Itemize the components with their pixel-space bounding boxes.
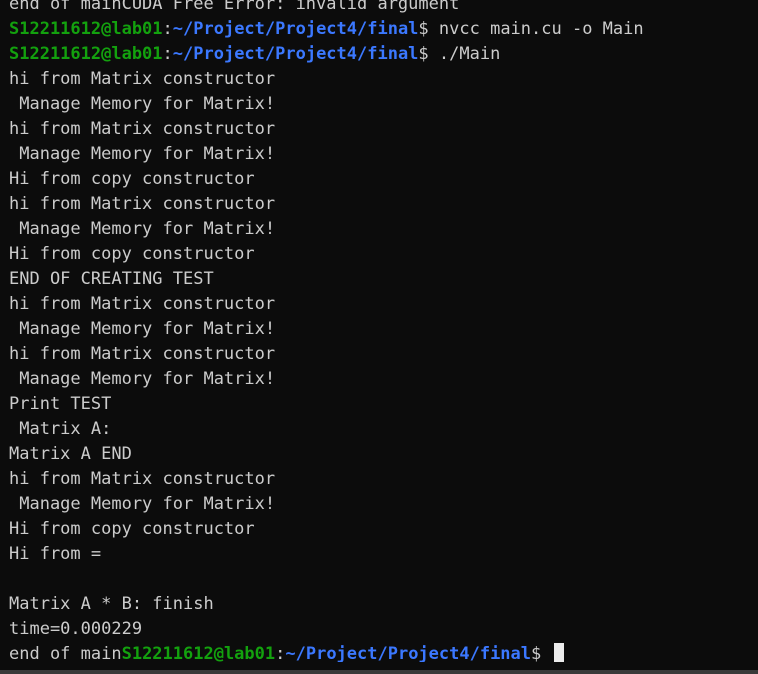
output-line: Hi from = — [9, 544, 102, 564]
active-prompt-line[interactable]: end of mainS12211612@lab01:~/Project/Pro… — [9, 642, 758, 662]
output-line: Hi from copy constructor — [9, 244, 255, 264]
output-line: hi from Matrix constructor — [9, 69, 276, 89]
output-line: Manage Memory for Matrix! — [9, 494, 276, 514]
output-line: hi from Matrix constructor — [9, 469, 276, 489]
output-line: Manage Memory for Matrix! — [9, 94, 276, 114]
prompt-path: ~/Project/Project4/final — [172, 44, 419, 64]
output-line: hi from Matrix constructor — [9, 344, 276, 364]
output-line: end of mainCUDA Free Error: invalid argu… — [9, 0, 460, 14]
command-line: S12211612@lab01:~/Project/Project4/final… — [9, 44, 501, 64]
output-line: END OF CREATING TEST — [9, 269, 214, 289]
output-line: hi from Matrix constructor — [9, 119, 276, 139]
command-text: ./Main — [428, 44, 501, 64]
output-line: hi from Matrix constructor — [9, 294, 276, 314]
output-line: Print TEST — [9, 394, 112, 414]
prompt-user-host: S12211612@lab01 — [9, 44, 163, 64]
output-line: Manage Memory for Matrix! — [9, 144, 276, 164]
output-line: Hi from copy constructor — [9, 169, 255, 189]
output-line: Matrix A END — [9, 444, 132, 464]
output-line: Matrix A: — [9, 419, 112, 439]
output-line: hi from Matrix constructor — [9, 194, 276, 214]
output-line: Manage Memory for Matrix! — [9, 369, 276, 389]
output-line: time=0.000229 — [9, 619, 143, 639]
text-cursor — [553, 643, 564, 662]
command-line: S12211612@lab01:~/Project/Project4/final… — [9, 19, 644, 39]
command-text: nvcc main.cu -o Main — [428, 19, 644, 39]
prompt-path: ~/Project/Project4/final — [172, 19, 419, 39]
output-line: Hi from copy constructor — [9, 519, 255, 539]
prompt-user-host: S12211612@lab01 — [121, 644, 276, 662]
output-line: Manage Memory for Matrix! — [9, 319, 276, 339]
output-line: Matrix A * B: finish — [9, 594, 214, 614]
prompt-user-host: S12211612@lab01 — [9, 19, 163, 39]
prompt-path: ~/Project/Project4/final — [285, 644, 532, 662]
window-bottom-edge — [0, 670, 758, 674]
output-line: Manage Memory for Matrix! — [9, 219, 276, 239]
terminal-window[interactable]: end of mainCUDA Free Error: invalid argu… — [0, 0, 758, 662]
